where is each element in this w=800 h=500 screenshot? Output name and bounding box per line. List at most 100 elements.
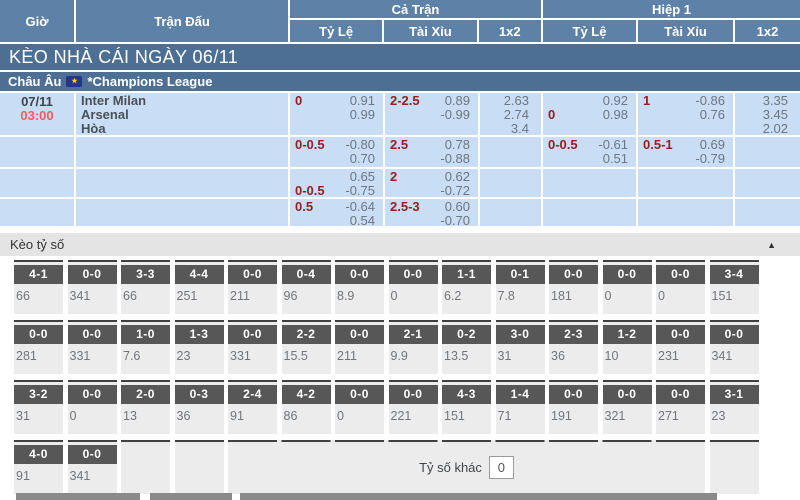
score-cell[interactable]: 0-0211 bbox=[228, 260, 277, 314]
score-cell[interactable]: 2-336 bbox=[549, 320, 598, 374]
score-cell[interactable]: 3-123 bbox=[710, 380, 759, 434]
score-cell[interactable]: 0-00 bbox=[656, 260, 705, 314]
odds-value[interactable]: 3.4 bbox=[485, 122, 529, 135]
odds-line: 00.91 bbox=[295, 94, 375, 108]
score-cell[interactable]: 3-366 bbox=[121, 260, 170, 314]
h1-1x2-cell bbox=[735, 199, 800, 226]
score-odds-value: 0 bbox=[389, 289, 438, 303]
score-cell[interactable]: 0-08.9 bbox=[335, 260, 384, 314]
ft-overunder-cell: 20.62-0.72 bbox=[385, 169, 480, 197]
score-cell[interactable]: 0-0231 bbox=[656, 320, 705, 374]
score-cell[interactable]: 4-166 bbox=[14, 260, 63, 314]
odds-value[interactable]: 3.45 bbox=[740, 108, 788, 122]
score-cell[interactable]: 0-0191 bbox=[549, 380, 598, 434]
score-cell-empty bbox=[121, 440, 170, 494]
odds-value[interactable]: -0.88 bbox=[440, 152, 470, 166]
collapse-arrow-icon[interactable]: ▲ bbox=[767, 240, 776, 250]
odds-value[interactable]: -0.86 bbox=[695, 94, 725, 108]
score-cell[interactable]: 2-491 bbox=[228, 380, 277, 434]
score-cell[interactable]: 0-0271 bbox=[656, 380, 705, 434]
score-cell[interactable]: 0-213.5 bbox=[442, 320, 491, 374]
score-chip: 0-3 bbox=[175, 385, 224, 404]
score-cell[interactable]: 0-0211 bbox=[335, 320, 384, 374]
score-cell[interactable]: 2-19.9 bbox=[389, 320, 438, 374]
score-cell[interactable]: 4-3151 bbox=[442, 380, 491, 434]
score-cell[interactable]: 0-17.8 bbox=[496, 260, 545, 314]
handicap-line: 0-0.5 bbox=[295, 184, 325, 197]
odds-value[interactable]: 0.89 bbox=[445, 94, 470, 108]
odds-value[interactable]: 0.54 bbox=[350, 214, 375, 226]
cutoff-next-row-bar bbox=[16, 493, 140, 500]
odds-value[interactable]: 0.78 bbox=[445, 138, 470, 152]
odds-value[interactable]: 0.62 bbox=[445, 170, 470, 184]
ft-1x2-cell bbox=[480, 137, 543, 167]
score-chip: 0-0 bbox=[68, 265, 117, 284]
score-cell[interactable]: 2-013 bbox=[121, 380, 170, 434]
time-cell: 07/1103:00 bbox=[0, 93, 76, 135]
score-cell[interactable]: 0-0341 bbox=[710, 320, 759, 374]
score-cell[interactable]: 4-4251 bbox=[175, 260, 224, 314]
odds-value[interactable]: -0.75 bbox=[345, 184, 375, 197]
score-cell[interactable]: 2-215.5 bbox=[282, 320, 331, 374]
score-cell[interactable]: 1-07.6 bbox=[121, 320, 170, 374]
score-section-title: Kèo tỷ số bbox=[10, 237, 64, 252]
odds-value[interactable]: 2.63 bbox=[485, 94, 529, 108]
odds-value[interactable]: -0.72 bbox=[440, 184, 470, 197]
score-cell[interactable]: 0-0331 bbox=[228, 320, 277, 374]
odds-value[interactable]: -0.80 bbox=[345, 138, 375, 152]
odds-value[interactable]: -0.64 bbox=[345, 200, 375, 214]
score-cell[interactable]: 1-16.2 bbox=[442, 260, 491, 314]
score-chip: 0-0 bbox=[228, 325, 277, 344]
score-cell[interactable]: 3-4151 bbox=[710, 260, 759, 314]
score-cell[interactable]: 1-471 bbox=[496, 380, 545, 434]
score-cell[interactable]: 0-00 bbox=[389, 260, 438, 314]
score-cell[interactable]: 0-0281 bbox=[14, 320, 63, 374]
score-cell[interactable]: 0-0331 bbox=[68, 320, 117, 374]
score-cell[interactable]: 0-336 bbox=[175, 380, 224, 434]
odds-value[interactable]: 0.65 bbox=[350, 170, 375, 184]
score-cell[interactable]: 1-210 bbox=[603, 320, 652, 374]
score-chip: 4-1 bbox=[14, 265, 63, 284]
score-cell[interactable]: 0-0321 bbox=[603, 380, 652, 434]
odds-value[interactable]: 0.69 bbox=[700, 138, 725, 152]
odds-value[interactable]: -0.61 bbox=[598, 138, 628, 152]
odds-value[interactable]: 0.91 bbox=[350, 94, 375, 108]
score-row: 3-2310-002-0130-3362-4914-2860-000-02214… bbox=[14, 380, 800, 434]
score-cell[interactable]: 0-0181 bbox=[549, 260, 598, 314]
ft-1x2-cell: 2.632.743.4 bbox=[480, 93, 543, 135]
odds-value[interactable]: 0.99 bbox=[350, 108, 375, 122]
header-h1-1x2: 1x2 bbox=[735, 20, 800, 42]
score-cell[interactable]: 0-00 bbox=[335, 380, 384, 434]
score-cell[interactable]: 0-00 bbox=[68, 380, 117, 434]
score-section-header[interactable]: Kèo tỷ số ▲ bbox=[0, 233, 800, 256]
odds-value[interactable]: 0.76 bbox=[700, 108, 725, 122]
odds-value[interactable]: 2.02 bbox=[740, 122, 788, 135]
odds-value[interactable]: 0.98 bbox=[603, 108, 628, 122]
score-cell[interactable]: 4-091 bbox=[14, 440, 63, 494]
score-odds-value: 0 bbox=[656, 289, 705, 303]
odds-line: 0-0.5-0.61 bbox=[548, 138, 628, 152]
odds-value[interactable]: 2.74 bbox=[485, 108, 529, 122]
score-cell[interactable]: 0-00 bbox=[603, 260, 652, 314]
odds-value[interactable]: -0.70 bbox=[440, 214, 470, 226]
score-cell[interactable]: 0-0341 bbox=[68, 440, 117, 494]
score-cell[interactable]: 0-496 bbox=[282, 260, 331, 314]
odds-value[interactable]: 0.60 bbox=[445, 200, 470, 214]
odds-value[interactable]: -0.79 bbox=[695, 152, 725, 166]
other-score-input[interactable] bbox=[489, 456, 514, 479]
score-odds-value: 281 bbox=[14, 349, 63, 363]
score-chip: 2-2 bbox=[282, 325, 331, 344]
score-cell[interactable]: 3-231 bbox=[14, 380, 63, 434]
odds-value[interactable]: -0.99 bbox=[440, 108, 470, 122]
odds-value[interactable]: 0.51 bbox=[603, 152, 628, 166]
odds-value[interactable]: 0.92 bbox=[603, 94, 628, 108]
team-name: Arsenal bbox=[81, 108, 280, 122]
score-cell[interactable]: 1-323 bbox=[175, 320, 224, 374]
score-cell[interactable]: 3-031 bbox=[496, 320, 545, 374]
odds-value[interactable]: 0.70 bbox=[350, 152, 375, 166]
header-ft-overunder: Tài Xỉu bbox=[384, 20, 478, 42]
score-cell[interactable]: 0-0341 bbox=[68, 260, 117, 314]
score-cell[interactable]: 4-286 bbox=[282, 380, 331, 434]
score-cell[interactable]: 0-0221 bbox=[389, 380, 438, 434]
odds-value[interactable]: 3.35 bbox=[740, 94, 788, 108]
